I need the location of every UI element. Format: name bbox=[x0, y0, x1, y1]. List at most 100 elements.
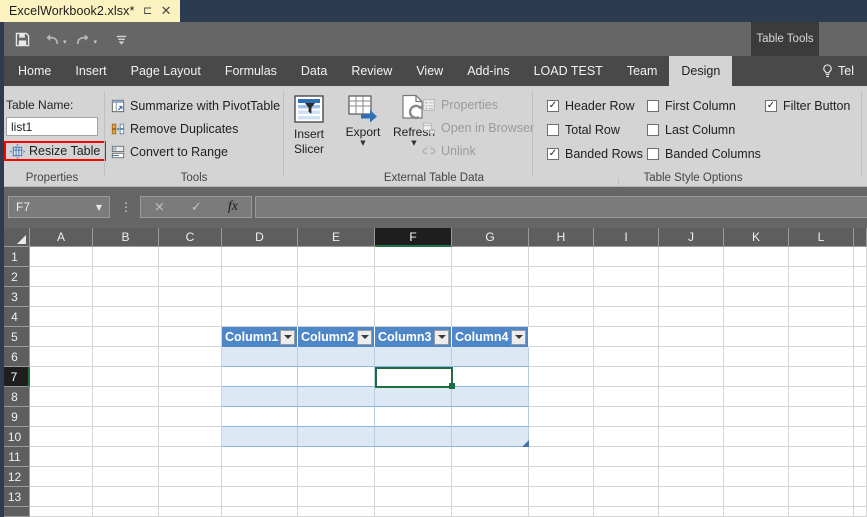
grid-cell[interactable] bbox=[789, 327, 854, 347]
grid-cell[interactable] bbox=[93, 507, 159, 517]
grid-cell[interactable] bbox=[854, 347, 867, 367]
last-column-checkbox-box[interactable] bbox=[647, 124, 659, 136]
tab-design[interactable]: Design bbox=[669, 56, 733, 86]
grid-cell[interactable] bbox=[375, 307, 452, 327]
grid-cell[interactable] bbox=[375, 287, 452, 307]
grid-cell[interactable] bbox=[854, 267, 867, 287]
grid-cell[interactable] bbox=[594, 447, 659, 467]
table-cell[interactable] bbox=[298, 407, 375, 427]
table-cell[interactable] bbox=[298, 427, 375, 447]
grid-cell[interactable] bbox=[529, 347, 594, 367]
grid-cell[interactable] bbox=[724, 307, 789, 327]
select-all-corner[interactable] bbox=[0, 228, 30, 247]
grid-cell[interactable] bbox=[30, 267, 93, 287]
formula-input[interactable] bbox=[255, 196, 867, 218]
row-header-9[interactable]: 9 bbox=[0, 407, 30, 427]
grid-cell[interactable] bbox=[159, 407, 222, 427]
pin-icon[interactable]: ⊐ bbox=[143, 5, 152, 17]
grid-cell[interactable] bbox=[659, 467, 724, 487]
grid-cell[interactable] bbox=[159, 287, 222, 307]
row-header-11[interactable]: 11 bbox=[0, 447, 30, 467]
grid-cell[interactable] bbox=[93, 327, 159, 347]
grid-cell[interactable] bbox=[452, 267, 529, 287]
table-header-Column1[interactable]: Column1 bbox=[222, 327, 298, 347]
row-header-5[interactable]: 5 bbox=[0, 327, 30, 347]
save-button[interactable] bbox=[8, 25, 36, 53]
grid-cell[interactable] bbox=[529, 247, 594, 267]
column-header-E[interactable]: E bbox=[298, 228, 375, 247]
column-header-A[interactable]: A bbox=[30, 228, 93, 247]
grid-cell[interactable] bbox=[159, 247, 222, 267]
grid-cell[interactable] bbox=[30, 447, 93, 467]
grid-cell[interactable] bbox=[93, 387, 159, 407]
grid-cell[interactable] bbox=[789, 467, 854, 487]
table-cell[interactable] bbox=[222, 387, 298, 407]
grid-cell[interactable] bbox=[529, 307, 594, 327]
insert-function-icon[interactable]: fx bbox=[228, 199, 238, 215]
grid-cell[interactable] bbox=[529, 487, 594, 507]
enter-icon[interactable]: ✓ bbox=[191, 200, 202, 215]
grid-cell[interactable] bbox=[659, 427, 724, 447]
column-header-D[interactable]: D bbox=[222, 228, 298, 247]
grid-cell[interactable] bbox=[159, 307, 222, 327]
grid-cell[interactable] bbox=[789, 507, 854, 517]
grid-cell[interactable] bbox=[159, 327, 222, 347]
tab-page-layout[interactable]: Page Layout bbox=[119, 56, 213, 86]
checkbox-filter-button[interactable]: ✓ Filter Button bbox=[765, 97, 850, 115]
grid-cell[interactable] bbox=[529, 327, 594, 347]
grid-cell[interactable] bbox=[659, 247, 724, 267]
grid-cell[interactable] bbox=[529, 507, 594, 517]
column-header-M-partial[interactable] bbox=[854, 228, 867, 247]
undo-caret-icon[interactable]: ▾ bbox=[63, 38, 67, 46]
grid-cell[interactable] bbox=[298, 487, 375, 507]
checkbox-last-column[interactable]: Last Column bbox=[647, 121, 735, 139]
grid-cell[interactable] bbox=[594, 467, 659, 487]
grid-cell[interactable] bbox=[222, 247, 298, 267]
grid-cell[interactable] bbox=[30, 347, 93, 367]
grid-cell[interactable] bbox=[854, 427, 867, 447]
convert-to-range-button[interactable]: Convert to Range bbox=[111, 142, 228, 162]
filter-button-checkbox-box[interactable]: ✓ bbox=[765, 100, 777, 112]
grid-cell[interactable] bbox=[854, 487, 867, 507]
table-cell[interactable] bbox=[452, 367, 529, 387]
grid-cell[interactable] bbox=[30, 327, 93, 347]
grid-cell[interactable] bbox=[30, 427, 93, 447]
column-header-B[interactable]: B bbox=[93, 228, 159, 247]
table-cell[interactable] bbox=[375, 407, 452, 427]
grid-cell[interactable] bbox=[659, 367, 724, 387]
grid-cell[interactable] bbox=[298, 247, 375, 267]
table-cell[interactable] bbox=[298, 367, 375, 387]
grid-cell[interactable] bbox=[789, 267, 854, 287]
redo-caret-icon[interactable]: ▾ bbox=[94, 38, 98, 46]
grid-cell[interactable] bbox=[854, 467, 867, 487]
grid-cell[interactable] bbox=[298, 467, 375, 487]
grid-cell[interactable] bbox=[724, 327, 789, 347]
grid-cell[interactable] bbox=[159, 387, 222, 407]
banded-columns-checkbox-box[interactable] bbox=[647, 148, 659, 160]
grid-cell[interactable] bbox=[298, 307, 375, 327]
grid-cell[interactable] bbox=[659, 267, 724, 287]
table-header-Column3[interactable]: Column3 bbox=[375, 327, 452, 347]
grid-cell[interactable] bbox=[529, 467, 594, 487]
grid-cell[interactable] bbox=[452, 307, 529, 327]
grid-cell[interactable] bbox=[93, 487, 159, 507]
row-header-2[interactable]: 2 bbox=[0, 267, 30, 287]
row-header-1[interactable]: 1 bbox=[0, 247, 30, 267]
grid-cell[interactable] bbox=[594, 507, 659, 517]
tab-add-ins[interactable]: Add-ins bbox=[455, 56, 521, 86]
banded-rows-checkbox-box[interactable]: ✓ bbox=[547, 148, 559, 160]
grid-cell[interactable] bbox=[30, 507, 93, 517]
row-header-4[interactable]: 4 bbox=[0, 307, 30, 327]
grid-cell[interactable] bbox=[789, 247, 854, 267]
table-name-input[interactable] bbox=[6, 117, 98, 136]
table-cell[interactable] bbox=[452, 387, 529, 407]
formula-bar-handle[interactable]: ⋮ bbox=[120, 196, 132, 218]
grid-cell[interactable] bbox=[594, 327, 659, 347]
grid-cell[interactable] bbox=[222, 487, 298, 507]
grid-cell[interactable] bbox=[93, 287, 159, 307]
column-header-K[interactable]: K bbox=[724, 228, 789, 247]
filter-dropdown-Column4[interactable] bbox=[511, 329, 526, 345]
grid-cell[interactable] bbox=[30, 247, 93, 267]
grid-cell[interactable] bbox=[594, 287, 659, 307]
grid-cell[interactable] bbox=[854, 507, 867, 517]
